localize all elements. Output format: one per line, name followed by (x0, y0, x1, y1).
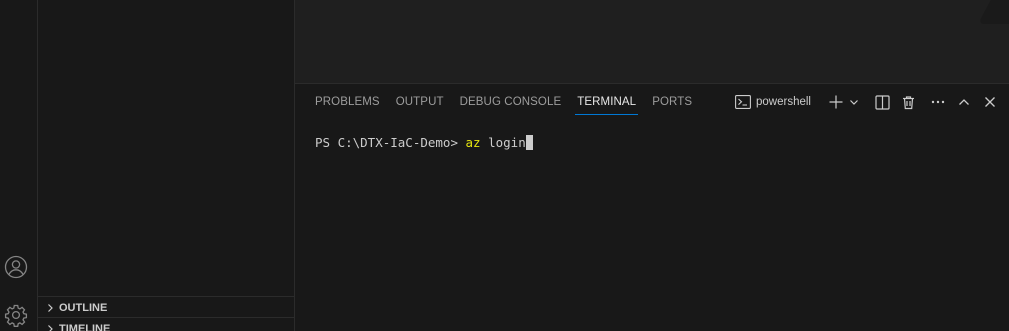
tab-problems[interactable]: PROBLEMS (315, 84, 380, 120)
terminal-profile-selector[interactable]: powershell (731, 91, 815, 113)
chevron-right-icon (42, 300, 58, 316)
outline-label: OUTLINE (59, 301, 108, 314)
tab-ports[interactable]: PORTS (652, 84, 692, 120)
close-panel-icon[interactable] (979, 91, 1001, 113)
tab-output[interactable]: OUTPUT (396, 84, 444, 120)
launch-profile-chevron-icon[interactable] (847, 91, 861, 113)
terminal-command: az (465, 134, 481, 150)
terminal-profile-label: powershell (756, 96, 811, 108)
panel-actions: powershell (731, 84, 1001, 120)
manage-gear-icon[interactable] (3, 302, 29, 328)
new-terminal-icon[interactable] (825, 91, 847, 113)
side-bar: OUTLINE TIMELINE (38, 0, 295, 331)
tab-debug-console[interactable]: DEBUG CONSOLE (460, 84, 562, 120)
terminal-icon (735, 95, 751, 109)
panel-tab-bar: PROBLEMS OUTPUT DEBUG CONSOLE TERMINAL P… (307, 84, 700, 120)
timeline-section-header[interactable]: TIMELINE (38, 317, 294, 331)
terminal-output[interactable]: PS C:\DTX-IaC-Demo> az login (315, 133, 533, 151)
terminal-prompt: PS C:\DTX-IaC-Demo> (315, 134, 466, 150)
more-actions-icon[interactable] (927, 91, 949, 113)
outline-section-header[interactable]: OUTLINE (38, 296, 294, 318)
terminal-command-args: login (480, 134, 526, 150)
activity-bar (0, 0, 38, 331)
maximize-panel-icon[interactable] (953, 91, 975, 113)
vscode-window: OUTLINE TIMELINE PROBLEMS OUTPUT DEBUG C… (0, 0, 1009, 331)
terminal-cursor (525, 134, 533, 150)
account-icon[interactable] (3, 254, 29, 280)
tab-terminal[interactable]: TERMINAL (575, 84, 639, 120)
timeline-label: TIMELINE (59, 322, 111, 331)
kill-terminal-icon[interactable] (897, 91, 919, 113)
vscode-watermark-logo (977, 0, 1009, 24)
split-terminal-icon[interactable] (871, 91, 893, 113)
bottom-panel: PROBLEMS OUTPUT DEBUG CONSOLE TERMINAL P… (295, 83, 1009, 331)
editor-area (295, 0, 1009, 84)
chevron-right-icon (42, 321, 58, 331)
